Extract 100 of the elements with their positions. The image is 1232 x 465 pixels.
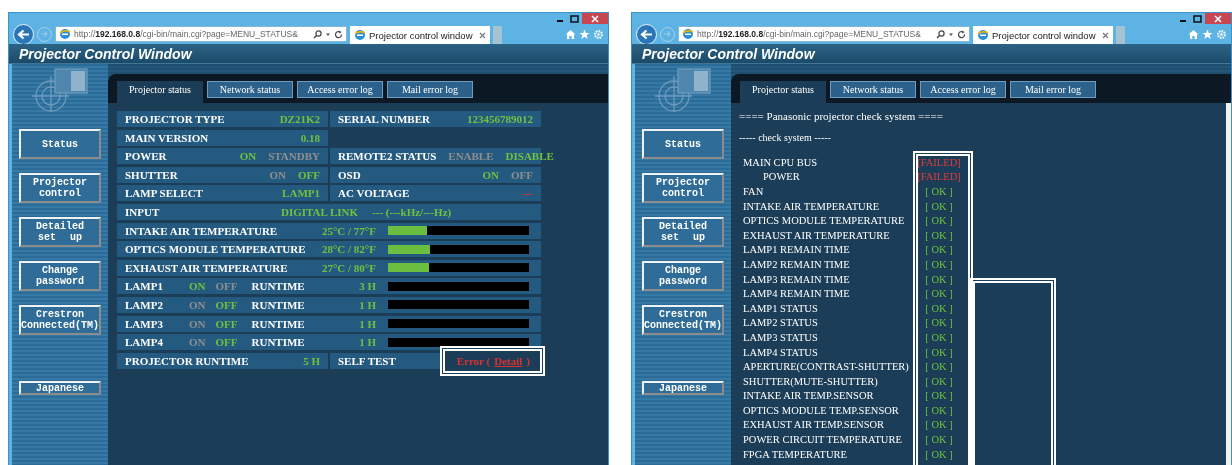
field-value: --- (---kHz/---Hz) [372, 205, 452, 218]
status-option: OFF [511, 168, 533, 181]
search-icon [313, 29, 322, 39]
report-heading: ==== Panasonic projector check system ==== [739, 109, 944, 124]
field-label: RUNTIME [251, 317, 305, 330]
check-name: MAIN CPU BUS [743, 156, 819, 168]
back-button[interactable] [636, 23, 657, 45]
field-label: PROJECTOR RUNTIME [125, 354, 249, 367]
back-button[interactable] [13, 23, 34, 45]
scrollbar[interactable] [1226, 103, 1231, 465]
tab[interactable]: Projector status [117, 81, 203, 103]
right-arrow-icon [40, 30, 49, 38]
status-option: ON [269, 168, 286, 181]
tab[interactable]: Network status [830, 81, 916, 98]
field-value: 0.18 [300, 131, 320, 144]
field-label: LAMP4 [125, 336, 164, 349]
check-name: FAN [743, 186, 765, 197]
tab[interactable]: Projector status [740, 81, 826, 103]
sidebar-button[interactable]: Change password [642, 261, 724, 291]
sidebar-button[interactable]: Detailed set up [19, 217, 101, 247]
sidebar-button[interactable]: Projector control [642, 173, 724, 203]
home-icon[interactable] [1188, 28, 1199, 40]
maximize-button[interactable] [1190, 13, 1205, 24]
field-label: INTAKE AIR TEMPERATURE [125, 224, 278, 237]
field-value: LAMP1 [282, 187, 320, 200]
status-option: ENABLE [448, 150, 494, 163]
status-option: STANDBY [268, 150, 320, 163]
sidebar-button[interactable]: Crestron Connected(TM) [19, 305, 101, 335]
check-result: [ OK ] [924, 361, 954, 373]
sidebar-button[interactable]: Projector control [19, 173, 101, 203]
browser-tab[interactable]: Projector control window [973, 26, 1113, 44]
page-icon [977, 29, 989, 41]
check-result: [ OK ] [924, 273, 954, 285]
language-button[interactable]: Japanese [642, 381, 724, 395]
check-name: LAMP1 REMAIN TIME [743, 244, 851, 256]
field-label: SELF TEST [338, 354, 396, 367]
close-icon [1214, 14, 1222, 23]
check-name: APERTURE(CONTRAST-SHUTTER) [743, 361, 909, 373]
star-icon[interactable] [579, 28, 590, 40]
sidebar-button[interactable]: Detailed set up [642, 217, 724, 247]
status-option: ON [189, 317, 206, 330]
runtime-value: 3 H [358, 280, 376, 293]
search-icon [936, 29, 945, 39]
sidebar-button[interactable]: Change password [19, 261, 101, 291]
check-result: [ OK ] [924, 258, 954, 270]
star-icon[interactable] [1202, 28, 1213, 40]
sidebar-button[interactable]: Status [19, 129, 101, 159]
sidebar-button[interactable]: Status [642, 129, 724, 159]
field-label: LAMP SELECT [125, 187, 203, 200]
check-name: POWER [763, 171, 801, 183]
settings-icon[interactable] [593, 28, 604, 40]
check-result: [FAILED] [916, 156, 962, 168]
status-option: ON [189, 336, 206, 349]
app-title: Projector Control Window [642, 45, 815, 62]
close-button[interactable] [1205, 13, 1231, 24]
status-option: ON [189, 298, 206, 311]
language-button[interactable]: Japanese [19, 381, 101, 395]
tab-close-icon [479, 31, 486, 39]
check-name: LAMP3 STATUS [743, 331, 819, 343]
check-name: LAMP4 STATUS [743, 346, 819, 358]
field-label: LAMP1 [125, 280, 164, 293]
field-label: OPTICS MODULE TEMPERATURE [125, 243, 306, 256]
settings-icon[interactable] [1216, 28, 1227, 40]
address-bar[interactable]: http://192.168.0.8/cgi-bin/main.cgi?page=MENU_STATUS& [678, 26, 970, 42]
tab[interactable]: Mail error log [1010, 81, 1096, 98]
page-icon [59, 28, 71, 40]
browser-tab[interactable]: Projector control window [350, 26, 490, 44]
error-text: Error ( [456, 354, 491, 367]
home-icon[interactable] [565, 28, 576, 40]
report-subheading: ----- check system ----- [739, 131, 832, 145]
status-option: OFF [215, 298, 238, 311]
check-result: [ OK ] [924, 448, 954, 460]
check-result: [ OK ] [924, 331, 954, 343]
check-name: OPTICS MODULE TEMP.SENSOR [743, 404, 900, 416]
status-option: DISABLE [505, 150, 554, 163]
address-bar[interactable]: http://192.168.0.8/cgi-bin/main.cgi?page=MENU_STATUS& [55, 26, 347, 42]
tab[interactable]: Access error log [920, 81, 1006, 98]
maximize-button[interactable] [567, 13, 582, 24]
page-icon [682, 28, 694, 40]
check-result: [ OK ] [924, 302, 954, 314]
tab[interactable]: Access error log [297, 81, 383, 98]
field-value: --- [522, 187, 533, 200]
check-result: [ OK ] [924, 288, 954, 300]
field-label: EXHAUST AIR TEMPERATURE [125, 261, 288, 274]
check-result: [ OK ] [924, 244, 954, 256]
sidebar-button[interactable]: Crestron Connected(TM) [642, 305, 724, 335]
check-result: [ OK ] [924, 186, 954, 197]
check-name: OPTICS MODULE TEMPERATURE [743, 215, 906, 227]
check-name: INTAKE AIR TEMP.SENSOR [743, 390, 875, 402]
status-option: ON [482, 168, 499, 181]
runtime-value: 1 H [358, 317, 376, 330]
tab[interactable]: Network status [207, 81, 293, 98]
status-option: ON [239, 150, 257, 163]
runtime-value: 1 H [358, 336, 376, 349]
field-value: DZ21K2 [279, 113, 320, 125]
field-label: MAIN VERSION [125, 131, 209, 144]
close-button[interactable] [582, 13, 608, 24]
field-label: LAMP3 [125, 317, 164, 330]
check-name: POWER CIRCUIT TEMPERATURE [743, 434, 903, 446]
tab[interactable]: Mail error log [387, 81, 473, 98]
